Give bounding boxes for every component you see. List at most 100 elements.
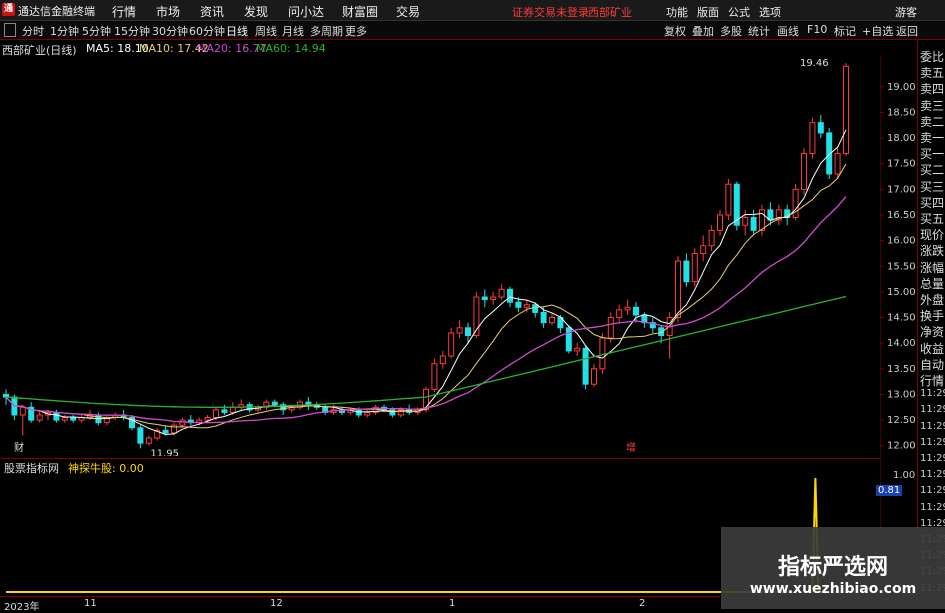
login-status[interactable]: 证券交易未登录 (512, 4, 589, 20)
side-panel-item: 收益 (920, 341, 945, 356)
price-axis-label: 12.00 (887, 441, 916, 452)
period-multi[interactable]: 多周期 (310, 23, 343, 39)
event-marker-finance: 财 (14, 441, 24, 454)
period-intraday[interactable]: 分时 (22, 23, 44, 39)
title-bar: 通 通达信金融终端 行情 市场 资讯 发现 问小达 财富圈 交易 证券交易未登录… (0, 0, 945, 21)
price-axis-label: 17.50 (887, 159, 916, 170)
menu-discover[interactable]: 发现 (244, 3, 268, 20)
period-5min[interactable]: 5分钟 (82, 23, 111, 39)
menu-formula[interactable]: 公式 (728, 4, 750, 20)
tool-multi-stock[interactable]: 多股 (720, 23, 742, 39)
price-axis-label: 16.50 (887, 210, 916, 221)
candle-body (19, 406, 26, 416)
candle-body (599, 337, 606, 370)
side-panel-item: 11:29 (920, 485, 945, 497)
date-axis: 2023年 11 12 1 2 (0, 596, 720, 613)
candle-body (742, 217, 749, 226)
side-panel-item: 11:29 (920, 388, 945, 400)
side-panel-item: 外盘 (920, 293, 945, 307)
period-15min[interactable]: 15分钟 (114, 23, 150, 39)
indicator-line (6, 477, 846, 593)
low-price-label: 11.95 (150, 448, 179, 456)
app-logo-icon: 通 (2, 3, 15, 16)
toggle-panel-icon[interactable] (4, 23, 16, 37)
candle-body (498, 288, 505, 298)
candle-body (70, 417, 77, 421)
side-panel-item: 涨幅 (920, 260, 945, 275)
tool-add-favorite[interactable]: +自选 (862, 23, 893, 39)
side-panel-item: 净资 (920, 325, 945, 340)
stock-name-top: 西部矿业 (588, 6, 632, 19)
period-60min[interactable]: 60分钟 (189, 23, 225, 39)
event-marker-increase: 增 (626, 441, 636, 454)
candle-body (431, 363, 438, 390)
indicator-axis-top: 1.00 (893, 470, 916, 481)
candle-body (809, 122, 816, 154)
side-panel-item: 卖五 (920, 66, 945, 81)
menu-news[interactable]: 资讯 (200, 3, 224, 20)
candle-body (708, 229, 715, 247)
watermark-title: 指标严选网 (777, 555, 888, 580)
period-more[interactable]: 更多 (345, 23, 367, 39)
menu-quotes[interactable]: 行情 (112, 3, 136, 20)
tool-mark[interactable]: 标记 (834, 23, 856, 39)
side-panel-item: 总量 (920, 276, 945, 291)
candle-body (750, 217, 757, 231)
candle-body (565, 327, 572, 352)
tool-draw-line[interactable]: 画线 (777, 23, 799, 39)
candle-body (624, 306, 631, 311)
candle-body (683, 260, 690, 283)
period-30min[interactable]: 30分钟 (152, 23, 188, 39)
menu-trade[interactable]: 交易 (396, 3, 420, 20)
tool-f10[interactable]: F10 (807, 23, 827, 36)
candle-body (53, 411, 60, 421)
side-panel-item: 涨跌 (920, 244, 945, 259)
price-axis-label: 16.00 (887, 236, 916, 247)
period-weekly[interactable]: 周线 (255, 23, 277, 39)
menu-wealth-circle[interactable]: 财富圈 (342, 3, 378, 20)
date-jan: 1 (449, 598, 456, 609)
candle-body (179, 419, 186, 426)
price-axis-label: 17.00 (887, 184, 916, 195)
date-dec: 12 (270, 598, 283, 609)
menu-layout[interactable]: 版面 (697, 4, 719, 20)
candle-body (439, 355, 446, 365)
price-axis-label: 19.00 (887, 82, 916, 93)
period-1min[interactable]: 1分钟 (50, 23, 79, 39)
side-panel-item: 卖二 (920, 114, 945, 129)
side-panel-item: 卖四 (920, 82, 945, 97)
candle-body (591, 368, 597, 385)
menu-function[interactable]: 功能 (666, 4, 688, 20)
candle-body (507, 288, 513, 303)
candle-body (213, 409, 219, 419)
side-panel-item: 买三 (920, 179, 945, 194)
tool-restore-rights[interactable]: 复权 (664, 23, 686, 39)
side-panel-item: 11:29 (920, 469, 945, 481)
candle-body (717, 214, 723, 231)
price-axis-label: 14.00 (887, 338, 916, 349)
kline-chart[interactable]: 19.46 11.95 财 增 (0, 56, 880, 456)
side-panel-item: 11:29 (920, 404, 945, 416)
period-monthly[interactable]: 月线 (282, 23, 304, 39)
period-daily[interactable]: 日线 (226, 23, 248, 39)
ma60-label: MA60: 14.94 (256, 42, 326, 55)
tool-statistics[interactable]: 统计 (748, 23, 770, 39)
candle-body (364, 411, 371, 416)
menu-assistant[interactable]: 问小达 (288, 3, 324, 20)
candle-body (691, 252, 698, 283)
guest-button[interactable]: 游客 (895, 4, 917, 20)
side-panel-item: 卖一 (920, 131, 945, 145)
tool-overlay[interactable]: 叠加 (692, 23, 714, 39)
watermark-url: www.xuezhibiao.com (749, 581, 917, 597)
price-axis-label: 12.50 (887, 415, 916, 426)
tool-back[interactable]: 返回 (896, 23, 918, 39)
price-axis-label: 18.00 (887, 133, 916, 144)
candle-body (725, 183, 732, 216)
candle-body (817, 122, 824, 134)
menu-market[interactable]: 市场 (156, 3, 180, 20)
menu-options[interactable]: 选项 (759, 4, 781, 20)
side-panel-item: 11:29 (920, 453, 945, 464)
side-panel-item: 11:29 (920, 436, 945, 448)
candle-body (221, 409, 228, 413)
side-panel-item: 自动 (920, 357, 945, 372)
